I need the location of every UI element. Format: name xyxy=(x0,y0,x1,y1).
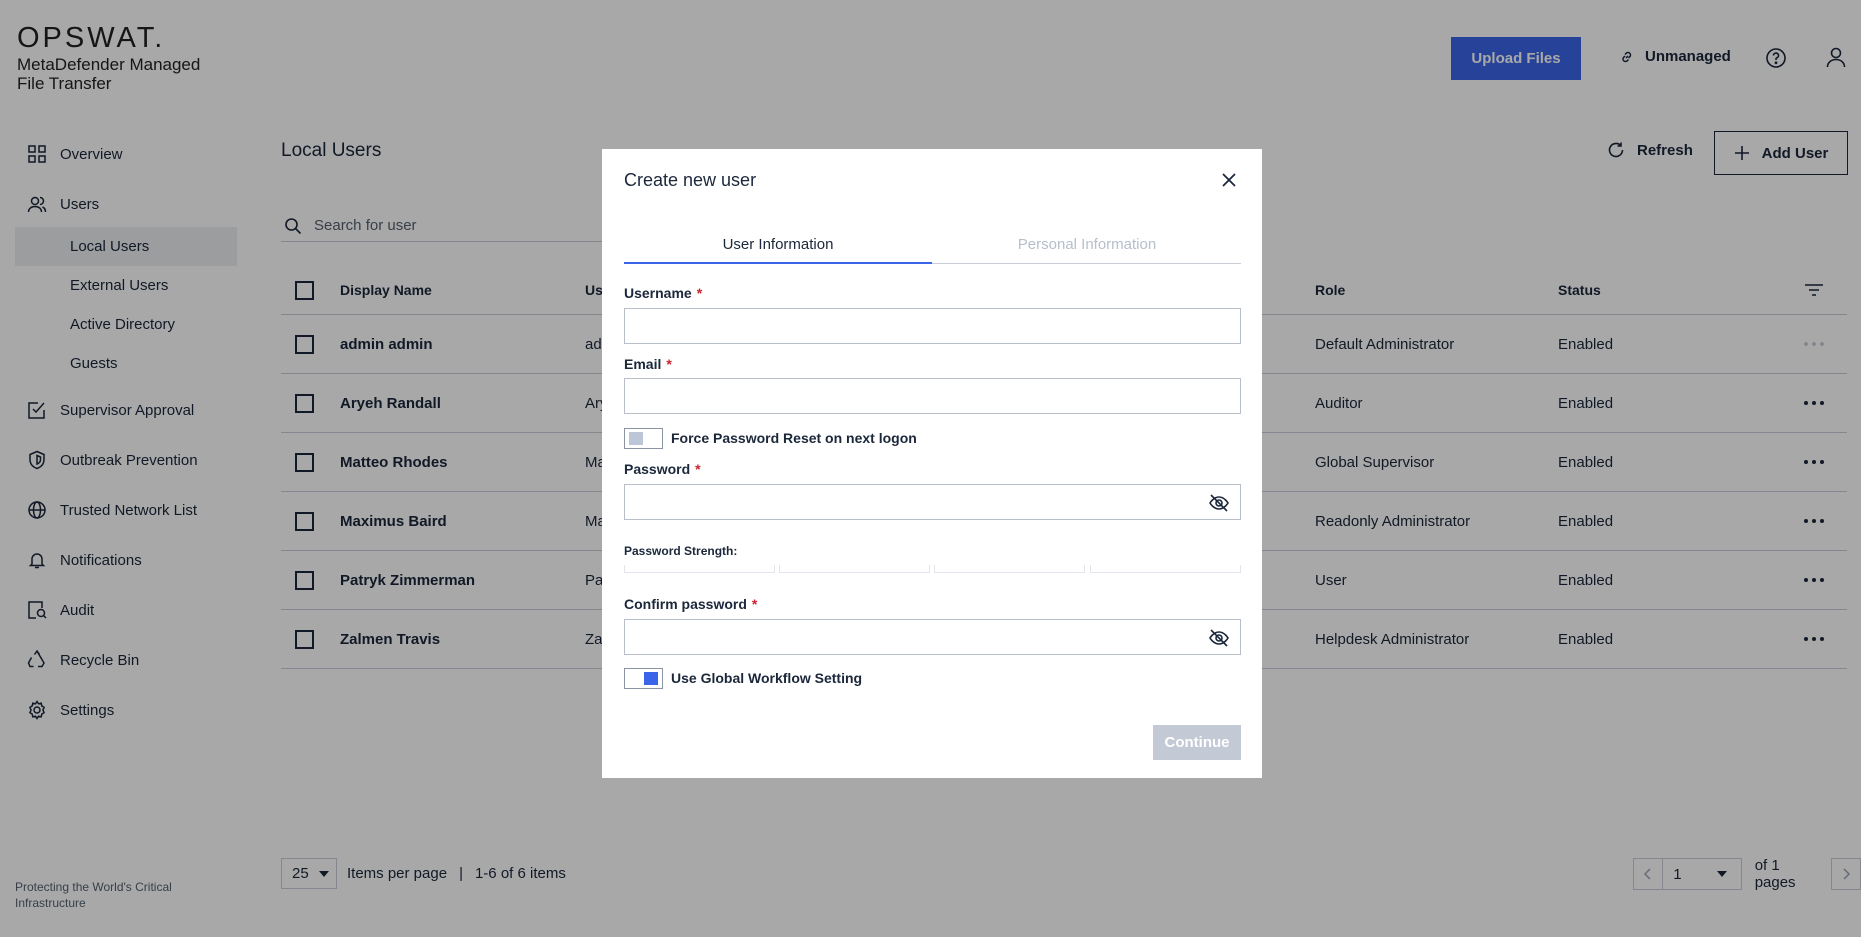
required-mark: * xyxy=(695,461,701,477)
password-field[interactable] xyxy=(624,484,1241,520)
email-label: Email * xyxy=(624,356,672,372)
create-user-dialog: Create new user User Information Persona… xyxy=(602,149,1262,778)
password-strength-label: Password Strength: xyxy=(624,544,738,558)
close-icon[interactable] xyxy=(1220,171,1238,189)
required-mark: * xyxy=(751,596,758,612)
password-label-text: Password xyxy=(624,461,691,477)
tab-personal-information[interactable]: Personal Information xyxy=(933,236,1241,264)
tab-user-information[interactable]: User Information xyxy=(624,236,932,264)
username-field[interactable] xyxy=(624,308,1241,344)
email-label-text: Email xyxy=(624,356,662,372)
global-workflow-toggle[interactable] xyxy=(624,668,663,689)
toggle-knob xyxy=(629,432,643,445)
strength-segment xyxy=(779,565,930,573)
continue-button[interactable]: Continue xyxy=(1153,725,1241,760)
confirm-password-label-text: Confirm password xyxy=(624,596,747,612)
confirm-password-label: Confirm password * xyxy=(624,596,757,612)
email-field[interactable] xyxy=(624,378,1241,414)
required-mark: * xyxy=(666,356,672,372)
strength-segment xyxy=(624,565,775,573)
toggle-knob xyxy=(644,672,658,685)
username-label: Username * xyxy=(624,285,702,301)
strength-segment xyxy=(934,565,1085,573)
username-label-text: Username xyxy=(624,285,692,301)
eye-off-icon[interactable] xyxy=(1208,627,1230,649)
force-password-reset-label: Force Password Reset on next logon xyxy=(671,430,917,446)
eye-off-icon[interactable] xyxy=(1208,492,1230,514)
dialog-tabs: User Information Personal Information xyxy=(624,236,1241,264)
dialog-title: Create new user xyxy=(624,170,757,190)
confirm-password-field[interactable] xyxy=(624,619,1241,655)
required-mark: * xyxy=(696,285,703,301)
global-workflow-label: Use Global Workflow Setting xyxy=(671,670,863,686)
password-label: Password * xyxy=(624,461,701,477)
strength-segment xyxy=(1090,565,1241,573)
force-password-reset-toggle[interactable] xyxy=(624,428,663,449)
